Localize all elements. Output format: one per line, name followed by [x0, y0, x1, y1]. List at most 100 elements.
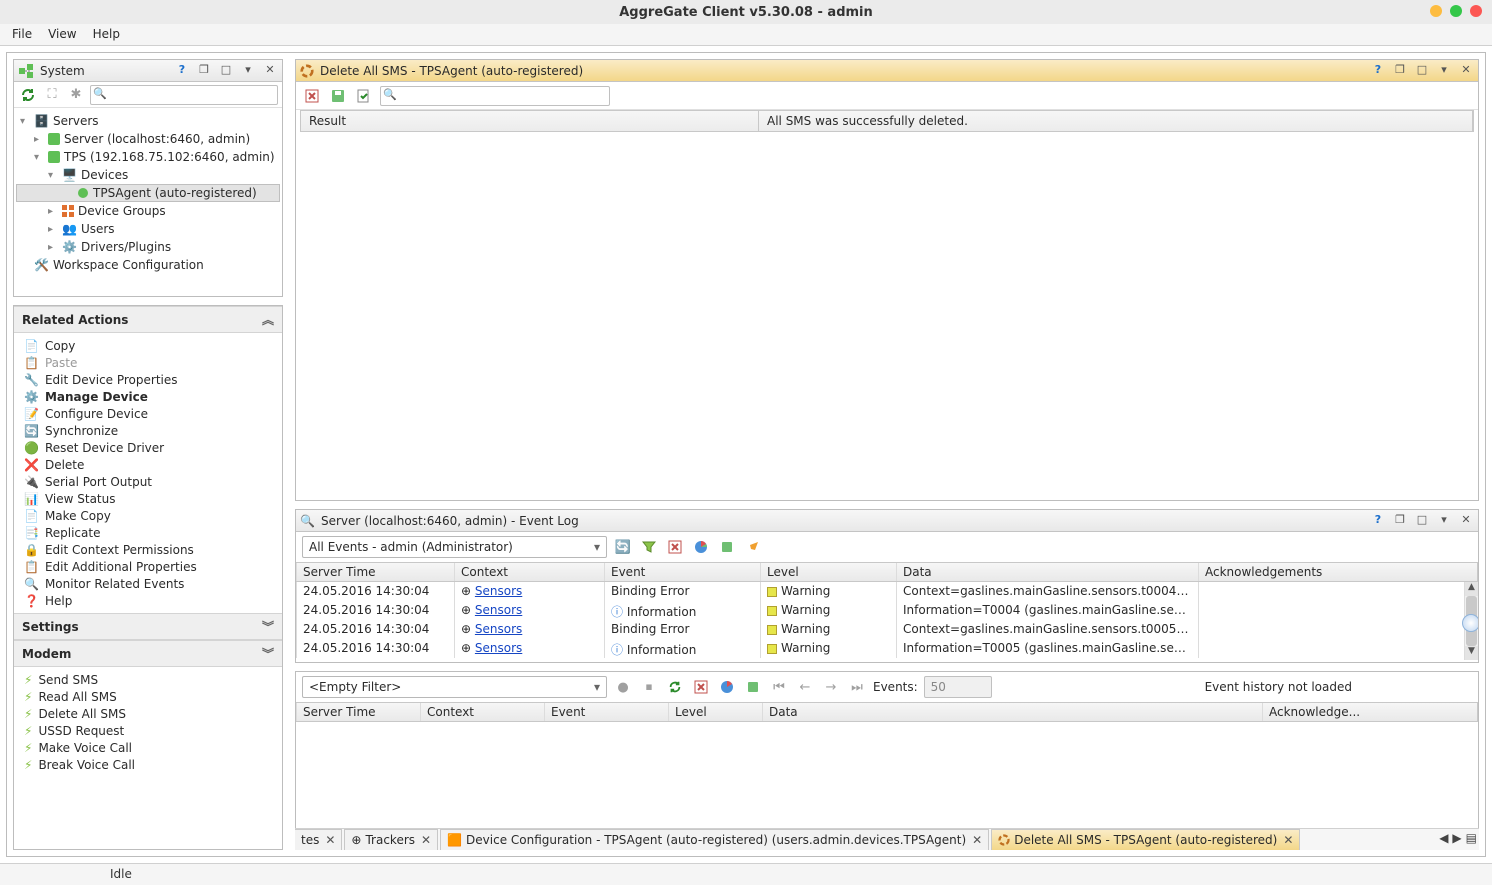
export-icon[interactable]: [717, 537, 737, 557]
scroll-up-icon[interactable]: ▲: [1465, 582, 1478, 596]
scrollbar[interactable]: ▲ ▼: [1464, 582, 1478, 660]
eventlog-row[interactable]: 24.05.2016 14:30:04⊕ Sensorsⓘ Informatio…: [296, 639, 1478, 658]
last-icon[interactable]: ⏭: [847, 677, 867, 697]
system-search-input[interactable]: [90, 85, 278, 105]
restore-icon[interactable]: ❐: [196, 63, 212, 79]
action-view-status[interactable]: 📊View Status: [16, 490, 280, 507]
modem-header[interactable]: Modem︾: [14, 640, 282, 667]
clear-icon[interactable]: [665, 537, 685, 557]
next-icon[interactable]: →: [821, 677, 841, 697]
action-manage[interactable]: ⚙️Manage Device: [16, 388, 280, 405]
related-actions-header[interactable]: Related Actions︽: [14, 306, 282, 333]
col-event[interactable]: Event: [604, 563, 760, 581]
prev-icon[interactable]: ←: [795, 677, 815, 697]
action-reset[interactable]: 🟢Reset Device Driver: [16, 439, 280, 456]
maximize-icon[interactable]: □: [1414, 63, 1430, 79]
action-replicate[interactable]: 📑Replicate: [16, 524, 280, 541]
modem-delete[interactable]: ⚡Delete All SMS: [16, 705, 280, 722]
col-time[interactable]: Server Time: [296, 703, 420, 721]
modem-break[interactable]: ⚡Break Voice Call: [16, 756, 280, 773]
tree-tpsagent[interactable]: TPSAgent (auto-registered): [16, 184, 280, 202]
action-serial[interactable]: 🔌Serial Port Output: [16, 473, 280, 490]
tree-servers[interactable]: ▾🗄️Servers: [16, 112, 280, 130]
help-icon[interactable]: ?: [174, 63, 190, 79]
chart-icon[interactable]: [717, 677, 737, 697]
system-tree[interactable]: ▾🗄️Servers ▸Server (localhost:6460, admi…: [14, 108, 282, 294]
clear-icon[interactable]: [691, 677, 711, 697]
scroll-knob-icon[interactable]: [1462, 614, 1478, 632]
maximize-icon[interactable]: □: [218, 63, 234, 79]
menu-icon[interactable]: ▾: [1436, 63, 1452, 79]
eventlog-row[interactable]: 24.05.2016 14:30:04⊕ SensorsBinding Erro…: [296, 582, 1478, 601]
maximize-button[interactable]: [1450, 5, 1462, 17]
eventlog-row[interactable]: 24.05.2016 14:30:04⊕ SensorsBinding Erro…: [296, 620, 1478, 639]
scroll-down-icon[interactable]: ▼: [1465, 646, 1478, 660]
restore-icon[interactable]: ❐: [1392, 63, 1408, 79]
help-icon[interactable]: ?: [1370, 513, 1386, 529]
events-count-input[interactable]: 50: [924, 676, 992, 698]
close-button[interactable]: [1470, 5, 1482, 17]
menu-view[interactable]: View: [40, 24, 84, 45]
col-event[interactable]: Event: [544, 703, 668, 721]
modem-send[interactable]: ⚡Send SMS: [16, 671, 280, 688]
refresh-icon[interactable]: [18, 85, 38, 105]
expand-icon[interactable]: ⛶: [42, 85, 62, 105]
first-icon[interactable]: ⏮: [769, 677, 789, 697]
eventlog-filter-select[interactable]: All Events - admin (Administrator)▾: [302, 536, 607, 558]
tree-devices[interactable]: ▾🖥️Devices: [16, 166, 280, 184]
context-link[interactable]: Sensors: [475, 622, 522, 636]
menu-help[interactable]: Help: [85, 24, 128, 45]
record-icon[interactable]: ●: [613, 677, 633, 697]
save-icon[interactable]: [328, 86, 348, 106]
tree-device-groups[interactable]: ▸Device Groups: [16, 202, 280, 220]
modem-read[interactable]: ⚡Read All SMS: [16, 688, 280, 705]
action-edit-props[interactable]: 🔧Edit Device Properties: [16, 371, 280, 388]
action-monitor[interactable]: 🔍Monitor Related Events: [16, 575, 280, 592]
maximize-icon[interactable]: □: [1414, 513, 1430, 529]
prev-tab-icon[interactable]: ◀: [1439, 831, 1448, 845]
close-icon[interactable]: ✕: [325, 833, 335, 847]
col-level[interactable]: Level: [760, 563, 896, 581]
chart-icon[interactable]: [691, 537, 711, 557]
col-time[interactable]: Server Time: [296, 563, 454, 581]
action-copy[interactable]: 📄Copy: [16, 337, 280, 354]
help-icon[interactable]: ?: [1370, 63, 1386, 79]
tree-tps[interactable]: ▾TPS (192.168.75.102:6460, admin): [16, 148, 280, 166]
context-link[interactable]: Sensors: [475, 584, 522, 598]
eventlog-body[interactable]: 24.05.2016 14:30:04⊕ SensorsBinding Erro…: [296, 582, 1478, 660]
tree-drivers[interactable]: ▸⚙️Drivers/Plugins: [16, 238, 280, 256]
refresh-icon[interactable]: [665, 677, 685, 697]
tab-delete-sms[interactable]: Delete All SMS - TPSAgent (auto-register…: [991, 829, 1300, 850]
delete-search-input[interactable]: [380, 86, 610, 106]
col-ack[interactable]: Acknowledgements: [1198, 563, 1477, 581]
action-sync[interactable]: 🔄Synchronize: [16, 422, 280, 439]
col-data[interactable]: Data: [896, 563, 1198, 581]
modem-voice[interactable]: ⚡Make Voice Call: [16, 739, 280, 756]
action-ctx-perm[interactable]: 🔒Edit Context Permissions: [16, 541, 280, 558]
tab-device-config[interactable]: 🟧Device Configuration - TPSAgent (auto-r…: [440, 829, 989, 850]
col-data[interactable]: Data: [762, 703, 1262, 721]
modem-ussd[interactable]: ⚡USSD Request: [16, 722, 280, 739]
cancel-icon[interactable]: [302, 86, 322, 106]
close-icon[interactable]: ✕: [1458, 63, 1474, 79]
col-context[interactable]: Context: [420, 703, 544, 721]
close-icon[interactable]: ✕: [262, 63, 278, 79]
context-link[interactable]: Sensors: [475, 603, 522, 617]
filter-icon[interactable]: [639, 537, 659, 557]
stop-icon[interactable]: ⏹: [639, 677, 659, 697]
settings-header[interactable]: Settings︾: [14, 613, 282, 640]
close-icon[interactable]: ✕: [421, 833, 431, 847]
apply-icon[interactable]: [354, 86, 374, 106]
col-context[interactable]: Context: [454, 563, 604, 581]
action-add-props[interactable]: 📋Edit Additional Properties: [16, 558, 280, 575]
menu-icon[interactable]: ▾: [1436, 513, 1452, 529]
close-icon[interactable]: ✕: [972, 833, 982, 847]
restore-icon[interactable]: ❐: [1392, 513, 1408, 529]
col-ack[interactable]: Acknowledge...: [1262, 703, 1477, 721]
next-tab-icon[interactable]: ▶: [1452, 831, 1461, 845]
action-delete[interactable]: ❌Delete: [16, 456, 280, 473]
eventlog-row[interactable]: 24.05.2016 14:30:04⊕ Sensorsⓘ Informatio…: [296, 601, 1478, 620]
tree-users[interactable]: ▸👥Users: [16, 220, 280, 238]
action-configure[interactable]: 📝Configure Device: [16, 405, 280, 422]
tree-server-localhost[interactable]: ▸Server (localhost:6460, admin): [16, 130, 280, 148]
